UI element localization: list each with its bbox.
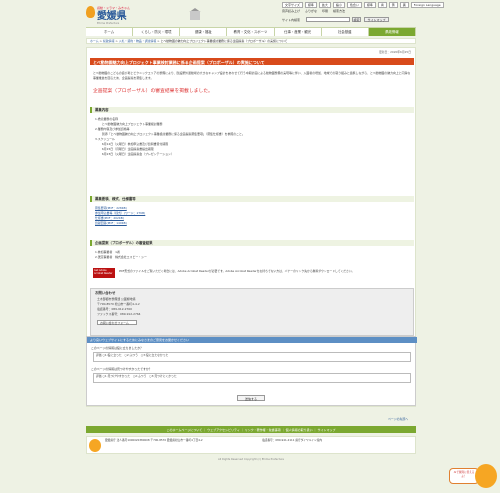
search-help-link[interactable]: 検索方法 — [333, 9, 345, 13]
logo-sub: Ehime Prefecture — [97, 22, 120, 25]
nav-infrastructure[interactable]: 社会基盤 — [321, 28, 369, 36]
mikyan-logo-icon — [86, 6, 95, 18]
ai-chat-widget[interactable]: AIで質問に答えるよ！ — [449, 464, 499, 492]
color-label: 色合い — [346, 2, 362, 9]
color-yellow-button[interactable]: 黄 — [388, 2, 398, 9]
footer-phone: 電話番号：089-941-2111 県庁ダイヤルイン案内 — [262, 438, 323, 442]
nav-home[interactable]: ホーム — [86, 28, 134, 36]
pdf-notice: Get Adobe Acrobat Reader PDF形式のファイルをご覧いた… — [93, 268, 411, 280]
section-heading: 企画提案（プロポーザル）の審査結果 — [90, 240, 414, 246]
acrobat-reader-banner[interactable]: Get Adobe Acrobat Reader — [93, 268, 115, 278]
nav-health[interactable]: 健康・福祉 — [180, 28, 228, 36]
section-body: 1.委託業務の名称 とべ動物園魅力向上プロジェクト事業検討業務 2.業務内容及び… — [95, 117, 411, 157]
sitemap-button[interactable]: サイトマップ — [364, 17, 389, 22]
foreign-language-link[interactable]: Foreign Language — [410, 2, 444, 9]
breadcrumb-government[interactable]: 県政情報 — [103, 39, 115, 43]
copyright: All Rights Reserved Copyright (c) Ehime … — [218, 458, 284, 461]
search-button[interactable]: 検索 — [352, 17, 361, 22]
color-black-button[interactable]: 黒 — [399, 2, 409, 9]
page-title: とべ動物園魅力向上プロジェクト事業検討業務に係る企画提案（プロポーザル）の実施に… — [90, 58, 414, 65]
survey-header: より良いウェブサイトにするためにみなさまのご意見をお聞かせください — [87, 337, 417, 343]
breadcrumb-bid[interactable]: 入札・契約・物品・調達情報 — [119, 39, 157, 43]
castle-icon — [186, 6, 204, 20]
nav-life[interactable]: くらし・防災・環境 — [133, 28, 181, 36]
survey-options[interactable]: 評価 ○1:役に立った ○2:ふつう ○3:役に立たなかった — [93, 352, 411, 362]
footer-info: 愛媛県庁 法人番号1000020380008 〒790-8570 愛媛県松山市一… — [86, 436, 416, 454]
survey-question: このページの情報は役に立ちましたか？ — [91, 346, 143, 350]
section-body: 募集要項(PDF：228KB) 参加申込書等（様式）(ワード：27KB) 仕様書… — [95, 206, 411, 226]
font-small-button[interactable]: 縮小 — [332, 2, 345, 9]
section-body: 1.参加事業者 1者 2.選定事業者 株式会社エスピー・シー — [95, 250, 411, 260]
section-line: 2.選定事業者 株式会社エスピー・シー — [95, 254, 147, 259]
doc-link[interactable]: 質疑回答(PDF：149KB) — [95, 221, 411, 226]
inquiry-line: ファックス番号：089-912-2764 — [97, 312, 141, 316]
mikyan-mascot-icon — [89, 439, 101, 452]
updated-date: 更新日：2020年6月25日 — [378, 50, 411, 54]
survey-box: より良いウェブサイトにするためにみなさまのご意見をお聞かせください このページの… — [86, 336, 417, 406]
page: 感動・ドラマ・みきゃん 愛媛県 Ehime Prefecture 文字サイズ 標… — [0, 0, 500, 493]
survey-question: このページの情報は見つけやすかったですか？ — [91, 367, 152, 371]
section-line: 6月23日（火曜日）企画提案会（プレゼンテーション） — [99, 151, 174, 156]
speech-link[interactable]: 音声読み上げ — [282, 9, 300, 13]
intro-text: とべ動物園のこどもの遊び場とピクニックエリアの整備により、既設屋外運動場の大きな… — [93, 71, 411, 80]
footer-links[interactable]: このホームページについて ｜ ウェブアクセシビリティ ｜ リンク・著作権・免責事… — [86, 426, 416, 433]
nav-industry[interactable]: 仕事・産業・観光 — [274, 28, 322, 36]
breadcrumb-current: とべ動物園の魅力向上プロジェクト事業検討業務に係る企画提案（プロポーザル）の実施… — [160, 39, 288, 43]
survey-send-button[interactable]: 送信する — [237, 395, 265, 401]
breadcrumb: ホーム > 県政情報 > 入札・契約・物品・調達情報 > とべ動物園の魅力向上プ… — [86, 38, 416, 44]
search-label: サイト内検索 — [282, 18, 301, 22]
page-top-link[interactable]: ページの先頭へ — [388, 417, 408, 422]
inquiry-box: お問い合わせ 土木部都市整備課 公園緑地係 〒790-8570 松山市一番町4-… — [90, 288, 414, 336]
survey-options[interactable]: 評価 ○1:見つけやすかった ○2:ふつう ○3:見つけにくかった — [93, 373, 411, 383]
inquiry-title: お問い合わせ — [95, 291, 116, 295]
font-size-label: 文字サイズ — [282, 2, 303, 9]
notice-text: 企画提案（プロポーザル）の審査結果を掲載しました。 — [93, 89, 213, 94]
section-heading: 募集内容 — [90, 107, 414, 113]
global-nav: ホーム くらし・防災・環境 健康・福祉 教育・文化・スポーツ 仕事・産業・観光 … — [86, 27, 416, 36]
search-input[interactable] — [306, 17, 350, 22]
furigana-link[interactable]: ふりがな — [305, 9, 317, 13]
nav-government[interactable]: 県政情報 — [368, 28, 416, 36]
utility-row: 文字サイズ 標準 拡大 縮小 色合い 標準 青 黄 黒 Foreign Lang… — [282, 2, 445, 9]
color-blue-button[interactable]: 青 — [377, 2, 387, 9]
inquiry-form-button[interactable]: お問い合わせフォーム — [97, 320, 137, 325]
utility-row-2: 音声読み上げ ふりがな 印刷 検索方法 — [282, 9, 349, 13]
print-link[interactable]: 印刷 — [322, 9, 328, 13]
section-heading: 募集要領、様式、仕様書等 — [90, 196, 414, 202]
breadcrumb-home[interactable]: ホーム — [90, 39, 99, 43]
site-search: サイト内検索 検索 サイトマップ — [282, 17, 416, 23]
mikyan-chat-icon[interactable] — [475, 464, 497, 488]
font-large-button[interactable]: 拡大 — [318, 2, 331, 9]
nav-education[interactable]: 教育・文化・スポーツ — [227, 28, 275, 36]
color-standard-button[interactable]: 標準 — [363, 2, 376, 9]
site-logo[interactable]: 感動・ドラマ・みきゃん 愛媛県 Ehime Prefecture — [86, 4, 130, 26]
pdf-notice-text: PDF形式のファイルをご覧いただく場合には、Adobe Acrobat Read… — [119, 269, 355, 273]
footer-address: 愛媛県庁 法人番号1000020380008 〒790-8570 愛媛県松山市一… — [105, 438, 203, 442]
font-standard-button[interactable]: 標準 — [304, 2, 317, 9]
